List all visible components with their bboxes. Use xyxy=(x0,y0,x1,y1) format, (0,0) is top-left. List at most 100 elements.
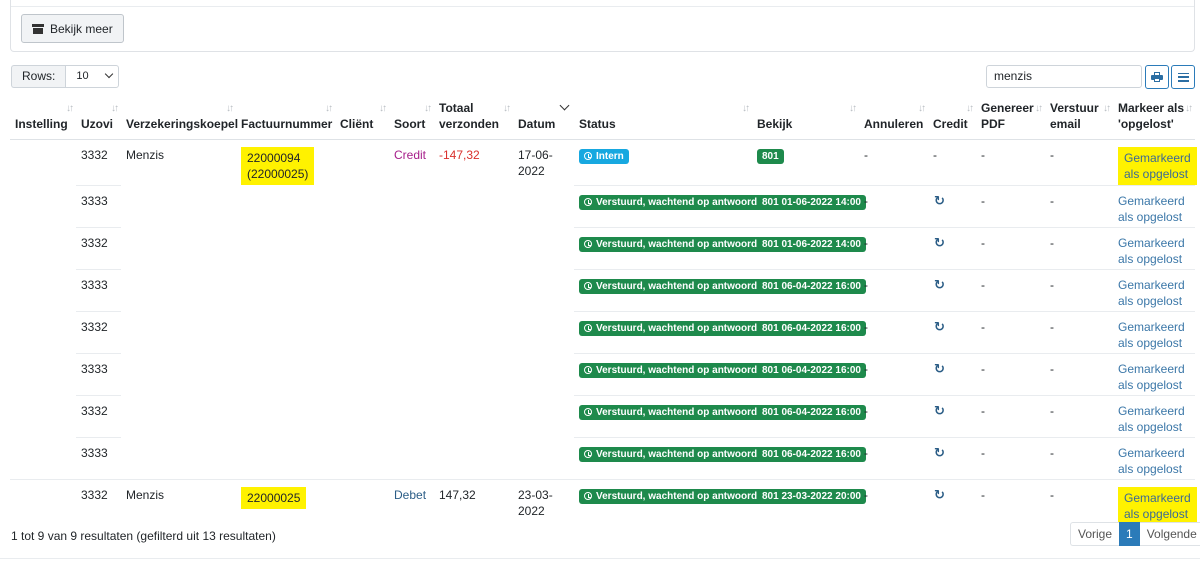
credit-undo-icon[interactable]: ↻ xyxy=(934,319,945,335)
column-header[interactable]: Markeer als 'opgelost' ↓↑ xyxy=(1113,96,1195,140)
view-badge[interactable]: 801 01-06-2022 14:00 xyxy=(757,195,866,210)
sort-icon: ↓↑ xyxy=(1185,103,1193,114)
cell-annuleren: - xyxy=(859,227,928,270)
cell-status: Intern xyxy=(574,140,752,186)
column-header[interactable]: Factuurnummer ↓↑ xyxy=(236,96,335,140)
column-header[interactable]: Cliënt ↓↑ xyxy=(335,96,389,140)
column-header[interactable]: Instelling ↓↑ xyxy=(10,96,76,140)
cell-value: - xyxy=(1050,278,1054,292)
cell-soort xyxy=(389,396,434,438)
view-badge[interactable]: 801 06-04-2022 16:00 xyxy=(757,447,866,462)
column-header[interactable]: Annuleren ↓↑ xyxy=(859,96,928,140)
page-bottom-divider xyxy=(0,558,1200,559)
status-text: Verstuurd, wachtend op antwoord xyxy=(596,491,758,502)
status-badge: Verstuurd, wachtend op antwoord xyxy=(579,237,763,252)
table-row: 3333 Verstuurd, wachtend op antwoord 801 0… xyxy=(10,353,1195,396)
cell-uzovi: 3333 xyxy=(76,269,121,312)
search-input[interactable]: menzis xyxy=(986,65,1142,88)
cell-value: 147,32 xyxy=(439,488,476,502)
column-header-label: Annuleren xyxy=(864,117,924,131)
credit-undo-icon[interactable]: ↻ xyxy=(934,361,945,377)
cell-status: Verstuurd, wachtend op antwoord xyxy=(574,269,763,312)
cell-totaal xyxy=(434,228,513,270)
mark-resolved-link[interactable]: Gemarkeerd als opgelost xyxy=(1118,320,1185,350)
clock-icon xyxy=(584,492,592,500)
pagination-next[interactable]: Volgende xyxy=(1139,522,1200,546)
pagination-current-page[interactable]: 1 xyxy=(1119,522,1140,546)
column-header[interactable]: Verzekeringskoepel ↓↑ xyxy=(121,96,238,140)
mark-resolved-link[interactable]: Gemarkeerd als opgelost xyxy=(1118,404,1185,434)
status-text: Verstuurd, wachtend op antwoord xyxy=(596,239,758,250)
credit-undo-icon[interactable]: ↻ xyxy=(934,487,945,503)
view-badge[interactable]: 801 06-04-2022 16:00 xyxy=(757,321,866,336)
view-badge[interactable]: 801 23-03-2022 20:00 xyxy=(757,489,866,504)
column-header[interactable]: Soort ↓↑ xyxy=(389,96,434,140)
cell-uzovi: 3332 xyxy=(76,140,121,186)
status-text: Intern xyxy=(596,151,624,162)
view-more-button[interactable]: Bekijk meer xyxy=(21,14,124,43)
view-badge[interactable]: 801 06-04-2022 16:00 xyxy=(757,279,866,294)
view-badge[interactable]: 801 06-04-2022 16:00 xyxy=(757,405,866,420)
cell-annuleren: - xyxy=(859,185,928,228)
cell-markeer: Gemarkeerd als opgelost xyxy=(1113,140,1197,186)
view-badge[interactable]: 801 01-06-2022 14:00 xyxy=(757,237,866,252)
mark-resolved-link[interactable]: Gemarkeerd als opgelost xyxy=(1118,362,1185,392)
status-badge: Verstuurd, wachtend op antwoord xyxy=(579,363,763,378)
mark-resolved-link[interactable]: Gemarkeerd als opgelost xyxy=(1118,487,1197,525)
status-text: Verstuurd, wachtend op antwoord xyxy=(596,197,758,208)
cell-credit: ↻ xyxy=(928,353,976,396)
cell-instelling xyxy=(10,270,76,312)
table-row: 3332 Menzis 22000094 (22000025) Credit -147,3… xyxy=(10,140,1197,186)
cell-soort xyxy=(389,270,434,312)
cell-value: 3333 xyxy=(81,446,108,460)
mark-resolved-link[interactable]: Gemarkeerd als opgelost xyxy=(1118,446,1185,476)
column-header-label: Datum xyxy=(518,117,556,131)
table-row: 3333 Verstuurd, wachtend op antwoord 801 0… xyxy=(10,437,1195,480)
cell-pdf: - xyxy=(976,140,1045,186)
status-badge: Verstuurd, wachtend op antwoord xyxy=(579,405,763,420)
mark-resolved-link[interactable]: Gemarkeerd als opgelost xyxy=(1118,147,1197,185)
column-header-label: Factuurnummer xyxy=(241,117,333,131)
cell-bekijk: 801 06-04-2022 16:00 xyxy=(752,269,866,312)
credit-undo-icon[interactable]: ↻ xyxy=(934,445,945,461)
sort-icon: ↓↑ xyxy=(111,103,119,114)
table-row: 3332 Verstuurd, wachtend op antwoord 801 0… xyxy=(10,395,1195,438)
view-badge[interactable]: 801 06-04-2022 16:00 xyxy=(757,363,866,378)
rows-per-page-select[interactable]: 10 xyxy=(65,65,120,88)
column-menu-button[interactable] xyxy=(1171,65,1195,89)
column-header[interactable]: Uzovi ↓↑ xyxy=(76,96,121,140)
credit-undo-icon[interactable]: ↻ xyxy=(934,403,945,419)
cell-totaal: 147,32 xyxy=(434,479,513,525)
sort-icon: ↓↑ xyxy=(226,103,234,114)
cell-email: - xyxy=(1045,185,1113,228)
column-header[interactable]: Credit ↓↑ xyxy=(928,96,976,140)
column-header[interactable]: Genereer PDF ↓↑ xyxy=(976,96,1045,140)
view-badge[interactable]: 801 xyxy=(757,149,784,164)
cell-soort: Debet xyxy=(389,479,434,525)
cell-datum xyxy=(513,354,574,396)
cell-datum xyxy=(513,438,574,480)
column-header[interactable]: Verstuur email ↓↑ xyxy=(1045,96,1113,140)
cell-credit: ↻ xyxy=(928,311,976,354)
column-header[interactable]: Datum xyxy=(513,96,574,140)
cell-value: Menzis xyxy=(126,488,165,502)
column-header-label: Uzovi xyxy=(81,117,114,131)
column-header[interactable]: Totaal verzonden ↓↑ xyxy=(434,96,513,140)
credit-undo-icon[interactable]: ↻ xyxy=(934,277,945,293)
mark-resolved-link[interactable]: Gemarkeerd als opgelost xyxy=(1118,278,1185,308)
pagination-previous[interactable]: Vorige xyxy=(1070,522,1120,546)
credit-undo-icon[interactable]: ↻ xyxy=(934,193,945,209)
cell-status: Verstuurd, wachtend op antwoord xyxy=(574,311,763,354)
column-header[interactable]: Bekijk ↓↑ xyxy=(752,96,859,140)
sort-icon: ↓↑ xyxy=(849,103,857,114)
cell-status: Verstuurd, wachtend op antwoord xyxy=(574,395,763,438)
mark-resolved-link[interactable]: Gemarkeerd als opgelost xyxy=(1118,236,1185,266)
mark-resolved-link[interactable]: Gemarkeerd als opgelost xyxy=(1118,194,1185,224)
column-header[interactable]: Status ↓↑ xyxy=(574,96,752,140)
cell-markeer: Gemarkeerd als opgelost xyxy=(1113,269,1195,312)
print-button[interactable] xyxy=(1145,65,1169,89)
cell-soort xyxy=(389,186,434,228)
status-text: Verstuurd, wachtend op antwoord xyxy=(596,407,758,418)
cell-markeer: Gemarkeerd als opgelost xyxy=(1113,479,1197,525)
credit-undo-icon[interactable]: ↻ xyxy=(934,235,945,251)
